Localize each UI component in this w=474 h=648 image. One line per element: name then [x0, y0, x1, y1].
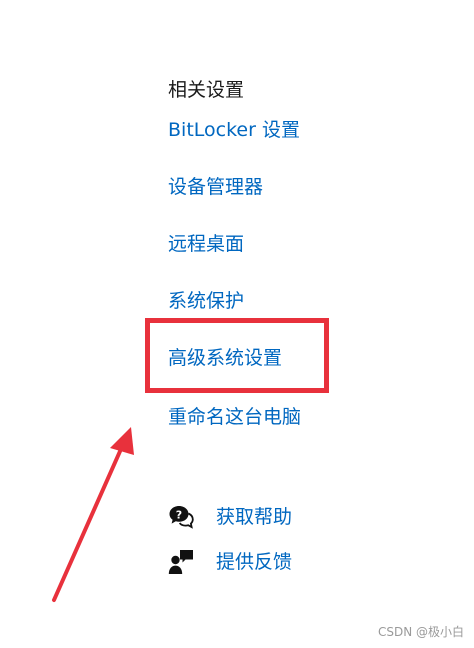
get-help-label[interactable]: 获取帮助 — [216, 503, 292, 531]
bitlocker-settings-link[interactable]: BitLocker 设置 — [168, 116, 300, 144]
annotation-arrow-head — [110, 427, 134, 455]
svg-text:?: ? — [176, 509, 182, 522]
give-feedback-label[interactable]: 提供反馈 — [216, 548, 292, 576]
give-feedback-row[interactable]: 提供反馈 — [168, 548, 292, 576]
rename-pc-link[interactable]: 重命名这台电脑 — [168, 403, 301, 431]
remote-desktop-link[interactable]: 远程桌面 — [168, 230, 244, 258]
person-feedback-icon — [168, 549, 194, 575]
related-settings-title: 相关设置 — [168, 79, 245, 101]
watermark: CSDN @极小白 — [377, 625, 464, 639]
device-manager-link[interactable]: 设备管理器 — [168, 173, 263, 201]
chat-help-icon: ? — [168, 504, 194, 530]
annotation-arrow-shaft — [52, 438, 127, 602]
system-protection-link[interactable]: 系统保护 — [168, 287, 244, 315]
highlight-box — [145, 318, 329, 393]
get-help-row[interactable]: ? 获取帮助 — [168, 503, 292, 531]
